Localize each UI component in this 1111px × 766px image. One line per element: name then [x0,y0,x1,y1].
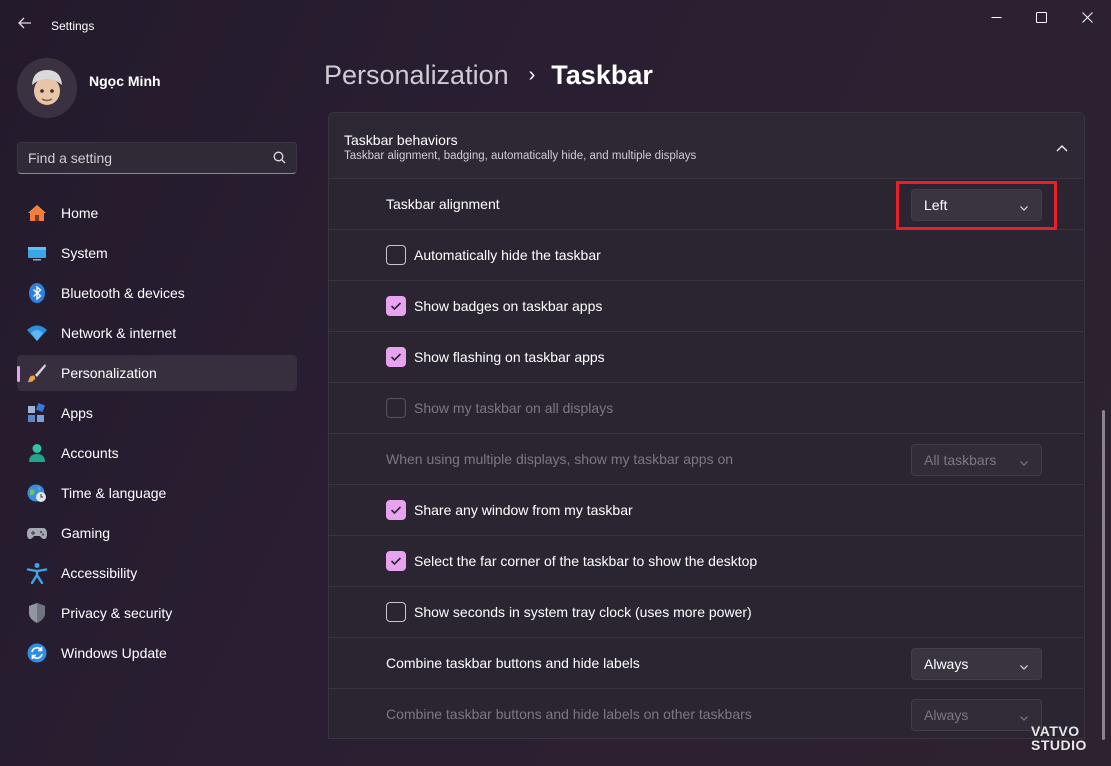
accessibility-icon [26,562,48,584]
row-label: Show my taskbar on all displays [414,400,614,416]
combine-other-dropdown[interactable]: Always [911,699,1042,731]
all-displays-row: Show my taskbar on all displays [328,383,1085,434]
minimize-button[interactable] [985,8,1007,26]
maximize-icon [1035,11,1047,23]
row-label: Taskbar alignment [386,196,500,212]
sidebar-item-personalization[interactable]: Personalization [17,355,297,391]
far-corner-checkbox[interactable] [386,551,406,571]
sidebar-item-bluetooth[interactable]: Bluetooth & devices [17,275,297,311]
watermark-line-2: STUDIO [1031,737,1087,753]
badges-checkbox[interactable] [386,296,406,316]
app-title: Settings [51,19,95,33]
row-label: When using multiple displays, show my ta… [386,451,734,467]
sidebar-item-time-language[interactable]: Time & language [17,475,297,511]
arrow-left-icon [18,17,31,29]
sidebar-nav: Home System Bluetooth & devices Network … [17,195,297,675]
row-label: Show badges on taskbar apps [414,298,603,314]
section-subtitle: Taskbar alignment, badging, automaticall… [344,150,697,162]
auto-hide-checkbox[interactable] [386,245,406,265]
seconds-checkbox[interactable] [386,602,406,622]
row-label: Share any window from my taskbar [414,502,633,518]
shield-icon [26,602,48,624]
dropdown-value: All taskbars [924,452,997,468]
combine-row: Combine taskbar buttons and hide labels … [328,638,1085,689]
close-button[interactable] [1076,8,1098,26]
share-window-row: Share any window from my taskbar [328,485,1085,536]
search-box[interactable] [17,142,297,174]
gamepad-icon [26,522,48,544]
auto-hide-row: Automatically hide the taskbar [328,230,1085,281]
highlight-box [896,181,1057,230]
sidebar-item-accessibility[interactable]: Accessibility [17,555,297,591]
profile-name: Ngọc Minh [89,73,161,89]
flashing-row: Show flashing on taskbar apps [328,332,1085,383]
row-label: Show flashing on taskbar apps [414,349,605,365]
chevron-down-icon [1019,710,1029,728]
row-label: Combine taskbar buttons and hide labels … [386,705,752,722]
share-window-checkbox[interactable] [386,500,406,520]
sidebar-item-gaming[interactable]: Gaming [17,515,297,551]
title-bar: Settings [0,0,1111,36]
person-icon [26,442,48,464]
sidebar-item-accounts[interactable]: Accounts [17,435,297,471]
sidebar-item-privacy[interactable]: Privacy & security [17,595,297,631]
sidebar-item-apps[interactable]: Apps [17,395,297,431]
wifi-icon [26,322,48,344]
apps-icon [26,402,48,424]
avatar [17,58,77,118]
far-corner-row: Select the far corner of the taskbar to … [328,536,1085,587]
dropdown-value: Always [924,656,969,672]
badges-row: Show badges on taskbar apps [328,281,1085,332]
multi-display-row: When using multiple displays, show my ta… [328,434,1085,485]
back-button[interactable] [14,12,36,34]
flashing-checkbox[interactable] [386,347,406,367]
chevron-down-icon [1019,455,1029,473]
search-input[interactable] [18,143,258,173]
dropdown-value: Always [924,707,969,723]
section-header[interactable]: Taskbar behaviors Taskbar alignment, bad… [328,112,1085,179]
monitor-icon [26,242,48,264]
breadcrumb: Personalization › Taskbar [324,60,653,91]
update-icon [26,642,48,664]
watermark: VATVO STUDIO [1031,724,1087,752]
brush-icon [26,362,48,384]
checkmark-icon [390,353,402,362]
sidebar-item-home[interactable]: Home [17,195,297,231]
home-icon [26,202,48,224]
close-icon [1081,11,1093,23]
checkmark-icon [390,302,402,311]
bluetooth-icon [26,282,48,304]
row-label: Show seconds in system tray clock (uses … [414,604,752,620]
seconds-row: Show seconds in system tray clock (uses … [328,587,1085,638]
all-displays-checkbox[interactable] [386,398,406,418]
section-title: Taskbar behaviors [344,132,458,148]
chevron-down-icon [1019,659,1029,677]
combine-other-row: Combine taskbar buttons and hide labels … [328,689,1085,739]
chevron-up-icon[interactable] [1056,139,1068,157]
globe-clock-icon [26,482,48,504]
checkmark-icon [390,506,402,515]
scrollbar-thumb[interactable] [1102,410,1105,740]
row-label: Select the far corner of the taskbar to … [414,553,758,569]
user-profile[interactable]: Ngọc Minh [17,58,161,118]
page-title: Taskbar [551,60,653,90]
watermark-line-1: VATVO [1031,723,1080,739]
breadcrumb-parent[interactable]: Personalization [324,60,509,91]
maximize-button[interactable] [1030,8,1052,26]
sidebar-item-system[interactable]: System [17,235,297,271]
combine-dropdown[interactable]: Always [911,648,1042,680]
row-label: Automatically hide the taskbar [414,247,601,263]
breadcrumb-separator: › [528,64,536,86]
checkmark-icon [390,557,402,566]
sidebar-item-windows-update[interactable]: Windows Update [17,635,297,671]
minimize-icon [991,16,1001,18]
sidebar-item-network[interactable]: Network & internet [17,315,297,351]
row-label: Combine taskbar buttons and hide labels [386,655,640,671]
search-icon[interactable] [273,151,286,169]
multi-display-dropdown[interactable]: All taskbars [911,444,1042,476]
